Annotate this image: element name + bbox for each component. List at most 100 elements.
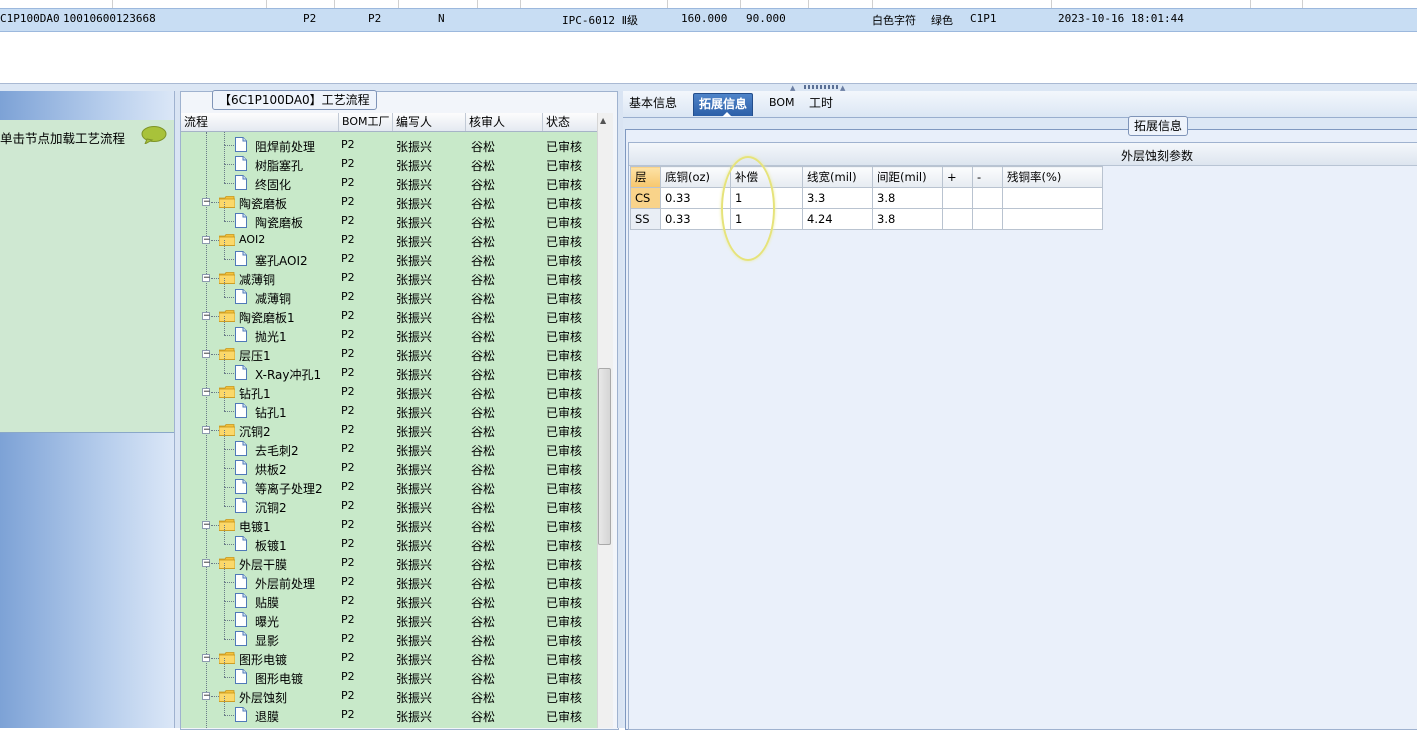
cell-writer: 张振兴 <box>396 387 433 401</box>
tree-row[interactable]: − 陶瓷磨板 P2 张振兴 谷松 已审核 <box>181 193 597 212</box>
cell-base-copper[interactable]: 0.33 <box>660 208 731 230</box>
col-flow-header[interactable]: 流程 <box>181 113 339 131</box>
col-bom-header[interactable]: BOM工厂 <box>339 113 393 131</box>
cell-spacing[interactable]: 3.8 <box>872 208 943 230</box>
tree-row[interactable]: 沉铜2 P2 张振兴 谷松 已审核 <box>181 487 597 516</box>
tree-node-label: 层压1 <box>239 349 271 363</box>
cell-bom: P2 <box>341 499 355 512</box>
tree-node-label: 陶瓷磨板 <box>239 197 288 211</box>
cell-residual-copper[interactable] <box>1002 187 1103 209</box>
tree-row[interactable]: 烘板2 P2 张振兴 谷松 已审核 <box>181 449 597 478</box>
tree-row[interactable]: 退膜 P2 张振兴 谷松 已审核 <box>181 696 597 725</box>
tree-guide-line <box>224 449 225 468</box>
cell-reviewer: 谷松 <box>471 710 496 724</box>
cell-layer[interactable]: CS <box>630 187 661 209</box>
tree-row[interactable]: 图形电镀 P2 张振兴 谷松 已审核 <box>181 658 597 687</box>
collapse-toggle-icon[interactable]: − <box>202 350 211 359</box>
tree-row[interactable]: − 钻孔1 P2 张振兴 谷松 已审核 <box>181 383 597 402</box>
cell-line-width[interactable]: 4.24 <box>802 208 873 230</box>
tree-row[interactable]: 去毛刺2 P2 张振兴 谷松 已审核 <box>181 430 597 459</box>
cell-plus[interactable] <box>942 208 973 230</box>
tree-row[interactable]: 贴膜 P2 张振兴 谷松 已审核 <box>181 582 597 611</box>
tree-row[interactable]: 陶瓷磨板 P2 张振兴 谷松 已审核 <box>181 202 597 231</box>
collapse-toggle-icon[interactable]: − <box>202 198 211 207</box>
tree-guide-line <box>211 392 219 393</box>
tab-basic-info[interactable]: 基本信息 <box>624 93 682 115</box>
collapse-toggle-icon[interactable]: − <box>202 236 211 245</box>
tree-row[interactable]: 外层前处理 P2 张振兴 谷松 已审核 <box>181 563 597 592</box>
table-row[interactable]: SS 0.33 1 4.24 3.8 <box>630 208 1103 230</box>
tree-row[interactable]: 减薄铜 P2 张振兴 谷松 已审核 <box>181 278 597 307</box>
collapse-toggle-icon[interactable]: − <box>202 654 211 663</box>
selected-record-row[interactable]: C1P100DA0 10010600123668 P2 P2 N IPC-601… <box>0 8 1417 32</box>
document-icon <box>235 574 247 589</box>
grid-divider <box>477 0 478 8</box>
cell-status: 已审核 <box>546 425 583 439</box>
cell-layer[interactable]: SS <box>630 208 661 230</box>
cell-writer: 张振兴 <box>396 615 433 629</box>
cell-status: 已审核 <box>546 387 583 401</box>
tree-row[interactable]: 等离子处理2 P2 张振兴 谷松 已审核 <box>181 468 597 497</box>
cell-residual-copper[interactable] <box>1002 208 1103 230</box>
tree-row[interactable]: 阻焊前处理 P2 张振兴 谷松 已审核 <box>181 132 597 155</box>
cell-bom: P2 <box>341 670 355 683</box>
col-minus[interactable]: - <box>972 166 1003 188</box>
cell-bom: P2 <box>341 518 355 531</box>
collapse-toggle-icon[interactable]: − <box>202 426 211 435</box>
tab-bom[interactable]: BOM <box>764 93 800 115</box>
tree-row[interactable]: − 图形电镀 P2 张振兴 谷松 已审核 <box>181 649 597 668</box>
tree-row[interactable]: 板镀1 P2 张振兴 谷松 已审核 <box>181 525 597 554</box>
cell-plus[interactable] <box>942 187 973 209</box>
splitter-grip-icon[interactable] <box>804 85 840 89</box>
cell-reviewer: 谷松 <box>471 330 496 344</box>
collapse-toggle-icon[interactable]: − <box>202 312 211 321</box>
collapse-toggle-icon[interactable]: − <box>202 274 211 283</box>
cell-minus[interactable] <box>972 208 1003 230</box>
tree-row[interactable]: 塞孔AOI2 P2 张振兴 谷松 已审核 <box>181 240 597 269</box>
tree-row[interactable]: − 减薄铜 P2 张振兴 谷松 已审核 <box>181 269 597 288</box>
table-row[interactable]: CS 0.33 1 3.3 3.8 <box>630 187 1103 209</box>
tree-row[interactable]: − AOI2 P2 张振兴 谷松 已审核 <box>181 231 597 250</box>
cell-line-width[interactable]: 3.3 <box>802 187 873 209</box>
scroll-up-icon[interactable]: ▲ <box>600 116 606 125</box>
cell-reviewer: 谷松 <box>471 273 496 287</box>
tree-row[interactable]: 曝光 P2 张振兴 谷松 已审核 <box>181 601 597 630</box>
cell-minus[interactable] <box>972 187 1003 209</box>
col-spacing[interactable]: 间距(mil) <box>872 166 943 188</box>
cell-writer: 张振兴 <box>396 254 433 268</box>
tree-row[interactable]: 钻孔1 P2 张振兴 谷松 已审核 <box>181 392 597 421</box>
col-line-width[interactable]: 线宽(mil) <box>802 166 873 188</box>
tree-row[interactable]: 树脂塞孔 P2 张振兴 谷松 已审核 <box>181 145 597 174</box>
tree-row[interactable]: − 陶瓷磨板1 P2 张振兴 谷松 已审核 <box>181 307 597 326</box>
tree-row[interactable]: − 沉铜2 P2 张振兴 谷松 已审核 <box>181 421 597 440</box>
col-residual-copper[interactable]: 残铜率(%) <box>1002 166 1103 188</box>
tree-guide-line <box>224 316 225 335</box>
collapse-toggle-icon[interactable]: − <box>202 521 211 530</box>
tree-row[interactable]: 显影 P2 张振兴 谷松 已审核 <box>181 620 597 649</box>
col-writer-header[interactable]: 编写人 <box>393 113 466 131</box>
cell-base-copper[interactable]: 0.33 <box>660 187 731 209</box>
scrollbar-thumb[interactable] <box>598 368 611 545</box>
cell-site: C1P1 <box>970 12 997 25</box>
col-base-copper[interactable]: 底铜(oz) <box>660 166 731 188</box>
collapse-toggle-icon[interactable]: − <box>202 692 211 701</box>
cell-writer: 张振兴 <box>396 672 433 686</box>
tree-row[interactable]: − 外层干膜 P2 张振兴 谷松 已审核 <box>181 554 597 573</box>
col-layer[interactable]: 层 <box>630 166 661 188</box>
tree-row[interactable]: − 电镀1 P2 张振兴 谷松 已审核 <box>181 516 597 535</box>
document-icon <box>235 536 247 551</box>
col-plus[interactable]: + <box>942 166 973 188</box>
tree-row[interactable]: − 外层蚀刻 P2 张振兴 谷松 已审核 <box>181 687 597 706</box>
col-reviewer-header[interactable]: 核审人 <box>466 113 543 131</box>
tree-guide-line <box>224 354 225 373</box>
collapse-toggle-icon[interactable]: − <box>202 559 211 568</box>
tree-row[interactable]: X-Ray冲孔1 P2 张振兴 谷松 已审核 <box>181 354 597 383</box>
cell-spacing[interactable]: 3.8 <box>872 187 943 209</box>
col-status-header[interactable]: 状态 <box>543 113 597 131</box>
tree-row[interactable]: 终固化 P2 张振兴 谷松 已审核 <box>181 164 597 193</box>
grid-divider <box>520 0 521 8</box>
tree-row[interactable]: − 层压1 P2 张振兴 谷松 已审核 <box>181 345 597 364</box>
collapse-toggle-icon[interactable]: − <box>202 388 211 397</box>
tree-row[interactable]: 抛光1 P2 张振兴 谷松 已审核 <box>181 316 597 345</box>
tab-work-hours[interactable]: 工时 <box>804 93 838 115</box>
